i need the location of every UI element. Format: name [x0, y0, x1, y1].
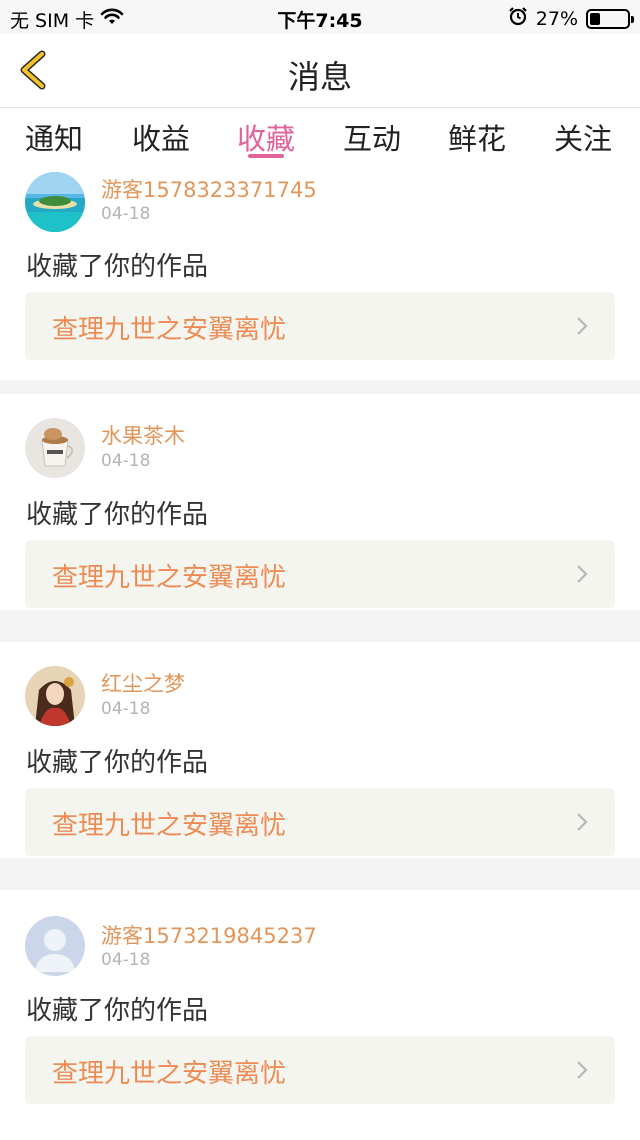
list-item: 游客1578323371745 04-18 收藏了你的作品 查理九世之安翼离忧 — [0, 164, 640, 380]
anime-girl-avatar[interactable] — [25, 666, 85, 726]
work-link[interactable]: 查理九世之安翼离忧 — [25, 788, 615, 856]
page-title: 消息 — [287, 58, 352, 96]
tab-flowers[interactable]: 鲜花 — [437, 116, 517, 158]
battery-percent: 27% — [535, 7, 578, 30]
action-text: 收藏了你的作品 — [26, 252, 209, 282]
nav-bar: 消息 — [0, 34, 640, 108]
active-tab-indicator — [248, 154, 284, 158]
tab-interactions[interactable]: 互动 — [332, 116, 412, 158]
tab-earnings[interactable]: 收益 — [121, 116, 201, 158]
work-title: 查理九世之安翼离忧 — [52, 1059, 287, 1089]
beach-island-avatar[interactable] — [25, 172, 85, 232]
work-link[interactable]: 查理九世之安翼离忧 — [25, 1036, 615, 1104]
username[interactable]: 游客1578323371745 — [101, 174, 317, 204]
chevron-right-icon — [577, 565, 588, 583]
status-bar: 无 SIM 卡 下午7:45 27% — [0, 0, 640, 34]
action-text: 收藏了你的作品 — [26, 996, 209, 1026]
tab-bar: 通知 收益 收藏 互动 鲜花 关注 — [0, 108, 640, 164]
work-link[interactable]: 查理九世之安翼离忧 — [25, 540, 615, 608]
status-right: 27% — [508, 6, 634, 31]
date-label: 04-18 — [101, 204, 151, 224]
work-link[interactable]: 查理九世之安翼离忧 — [25, 292, 615, 360]
action-text: 收藏了你的作品 — [26, 748, 209, 778]
alarm-icon — [508, 6, 528, 31]
work-title: 查理九世之安翼离忧 — [52, 811, 287, 841]
work-title: 查理九世之安翼离忧 — [52, 315, 287, 345]
username[interactable]: 红尘之梦 — [101, 668, 185, 698]
tab-following[interactable]: 关注 — [543, 116, 623, 158]
date-label: 04-18 — [101, 451, 151, 471]
list-item: 游客1573219845237 04-18 收藏了你的作品 查理九世之安翼离忧 — [0, 890, 640, 1140]
chevron-right-icon — [577, 317, 588, 335]
chevron-right-icon — [577, 813, 588, 831]
username[interactable]: 游客1573219845237 — [101, 920, 317, 950]
coffee-cup-avatar[interactable] — [25, 418, 85, 478]
list-item: 红尘之梦 04-18 收藏了你的作品 查理九世之安翼离忧 — [0, 642, 640, 858]
battery-icon — [586, 8, 634, 29]
chevron-right-icon — [577, 1061, 588, 1079]
list-item: 水果茶木 04-18 收藏了你的作品 查理九世之安翼离忧 — [0, 394, 640, 610]
date-label: 04-18 — [101, 699, 151, 719]
battery-fill — [590, 12, 600, 25]
username[interactable]: 水果茶木 — [101, 420, 185, 450]
date-label: 04-18 — [101, 950, 151, 970]
default-person-avatar[interactable] — [25, 916, 85, 976]
tab-notifications[interactable]: 通知 — [14, 116, 94, 158]
tab-favorites[interactable]: 收藏 — [226, 116, 306, 158]
action-text: 收藏了你的作品 — [26, 500, 209, 530]
work-title: 查理九世之安翼离忧 — [52, 563, 287, 593]
